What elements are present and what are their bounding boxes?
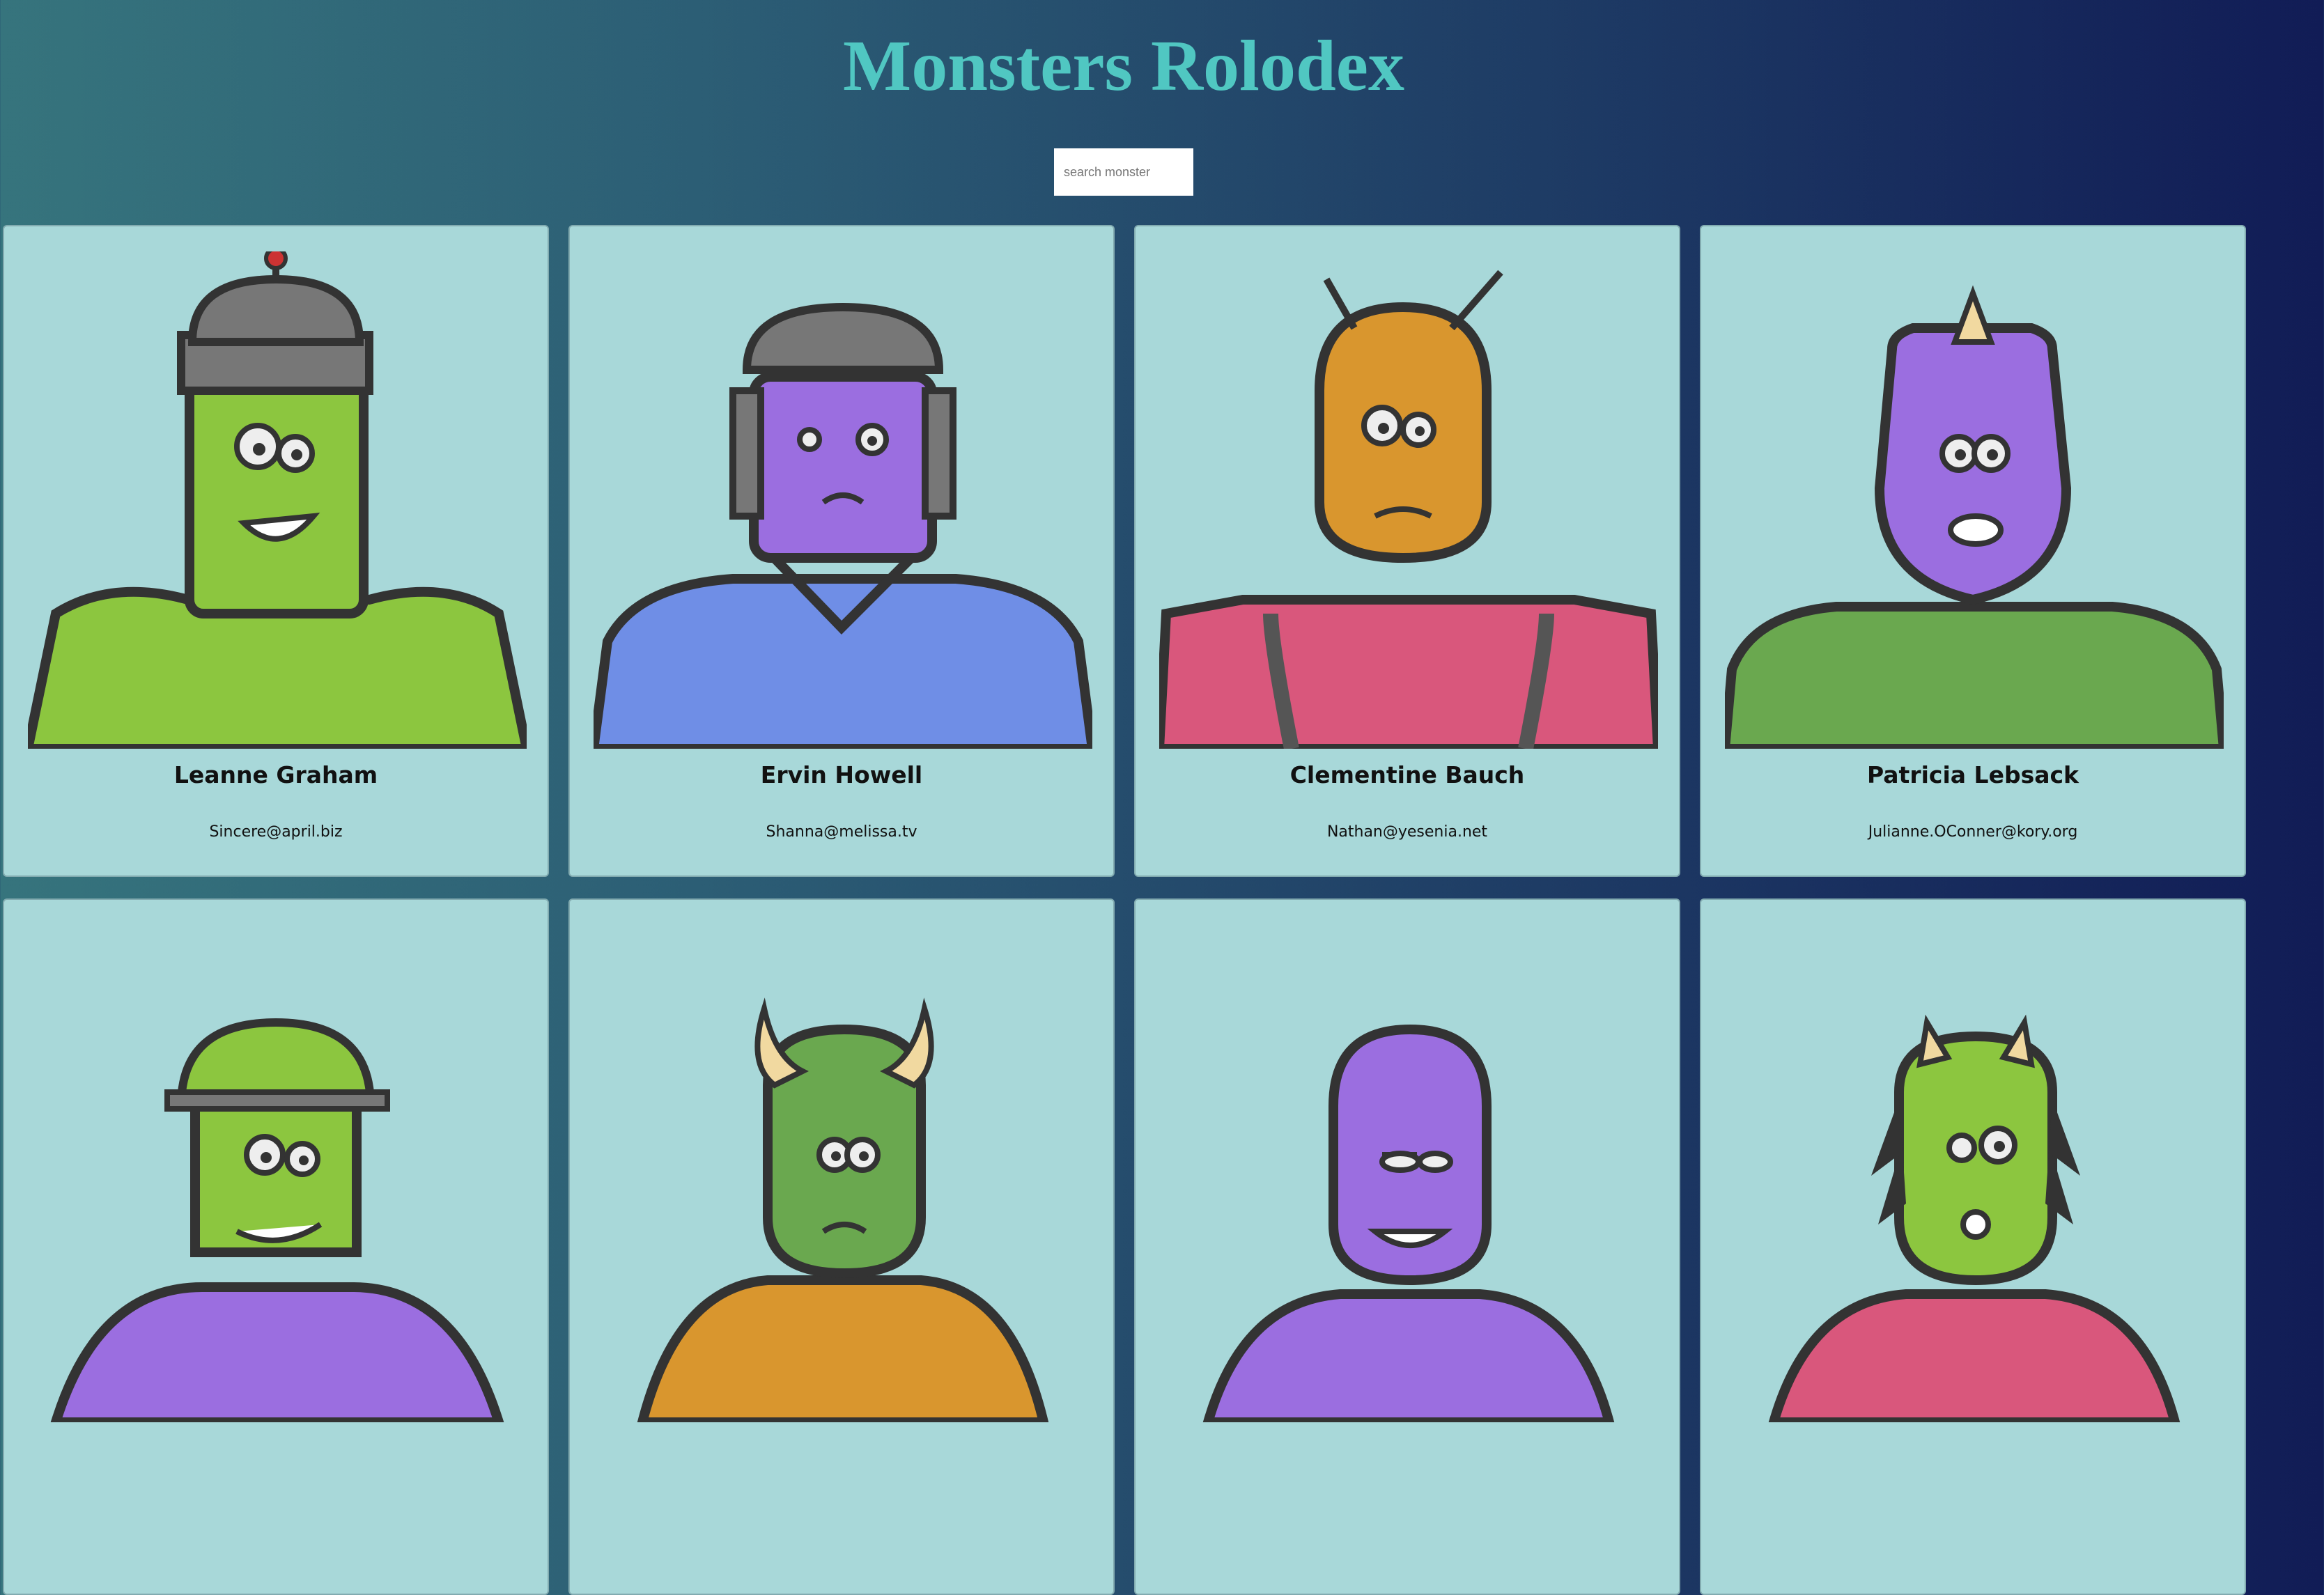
page-title: Monsters Rolodex xyxy=(843,26,1404,106)
purple-alien-monster-icon xyxy=(1159,925,1658,1422)
monster-email: Sincere@april.biz xyxy=(209,823,343,841)
robot-helmet-monster-icon xyxy=(28,251,527,749)
robot-helmet-monster-icon xyxy=(28,925,527,1422)
monster-card[interactable]: Leanne Graham Sincere@april.biz xyxy=(3,225,549,877)
horned-monster-icon xyxy=(594,925,1092,1422)
hairy-horned-monster-icon xyxy=(1725,925,2224,1422)
monster-card[interactable] xyxy=(1134,898,1680,1595)
monster-card[interactable] xyxy=(1700,898,2246,1595)
monster-card[interactable] xyxy=(3,898,549,1595)
monster-name: Patricia Lebsack xyxy=(1866,761,2079,788)
monster-email: Julianne.OConner@kory.org xyxy=(1868,823,2078,841)
monster-email: Shanna@melissa.tv xyxy=(766,823,917,841)
monster-name: Clementine Bauch xyxy=(1289,761,1525,788)
monster-card[interactable]: Clementine Bauch Nathan@yesenia.net xyxy=(1134,225,1680,877)
monster-email: Nathan@yesenia.net xyxy=(1326,823,1488,841)
horned-cyclops-monster-icon xyxy=(1725,251,2224,749)
monster-card[interactable]: Patricia Lebsack Julianne.OConner@kory.o… xyxy=(1700,225,2246,877)
search-input[interactable] xyxy=(1054,148,1193,196)
antenna-monster-icon xyxy=(1159,251,1658,749)
monster-card[interactable]: Ervin Howell Shanna@melissa.tv xyxy=(568,225,1115,877)
monster-card[interactable] xyxy=(568,898,1115,1595)
monster-name: Ervin Howell xyxy=(760,761,923,788)
monster-name: Leanne Graham xyxy=(173,761,378,788)
knight-helmet-monster-icon xyxy=(594,251,1092,749)
